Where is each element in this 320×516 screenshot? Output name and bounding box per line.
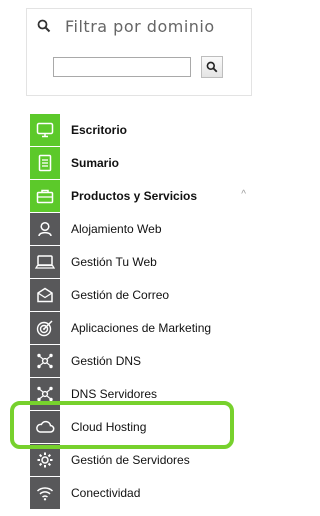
sidebar-item-gestion-de-correo[interactable]: Gestión de Correo — [30, 278, 254, 311]
mail-icon — [30, 278, 60, 311]
domain-filter-panel: Filtra por dominio — [26, 8, 252, 96]
sidebar-item-label: Conectividad — [71, 485, 141, 500]
document-icon — [30, 146, 60, 179]
search-icon — [206, 61, 218, 73]
sidebar-item-productos-y-servicios[interactable]: Productos y Servicios ^ — [30, 179, 254, 212]
briefcase-icon — [30, 179, 60, 212]
sidebar-menu: Escritorio Sumario Productos y Servicios… — [30, 113, 254, 509]
sidebar-item-escritorio[interactable]: Escritorio — [30, 113, 254, 146]
sidebar-item-label: DNS Servidores — [71, 386, 158, 401]
network-icon — [30, 377, 60, 410]
sidebar-item-dns-servidores[interactable]: DNS Servidores — [30, 377, 254, 410]
sidebar-item-label: Gestión DNS — [71, 353, 142, 368]
monitor-icon — [30, 113, 60, 146]
domain-filter-input[interactable] — [53, 57, 191, 77]
sidebar-item-conectividad[interactable]: Conectividad — [30, 476, 254, 509]
sidebar-item-gestion-de-servidores[interactable]: Gestión de Servidores — [30, 443, 254, 476]
target-icon — [30, 311, 60, 344]
sidebar-item-sumario[interactable]: Sumario — [30, 146, 254, 179]
sidebar-item-label: Escritorio — [71, 122, 128, 137]
sidebar-item-label: Cloud Hosting — [71, 419, 147, 434]
domain-filter-search-button[interactable] — [201, 56, 223, 78]
user-hosting-icon — [30, 212, 60, 245]
sidebar-item-label: Productos y Servicios — [71, 188, 198, 203]
domain-filter-title: Filtra por dominio — [65, 16, 215, 36]
domain-filter-row — [53, 56, 223, 78]
sidebar-item-aplicaciones-de-marketing[interactable]: Aplicaciones de Marketing — [30, 311, 254, 344]
laptop-icon — [30, 245, 60, 278]
search-icon — [27, 9, 61, 43]
network-icon — [30, 344, 60, 377]
page: Filtra por dominio Escritorio Sumario Pr… — [0, 0, 261, 516]
sidebar-item-label: Gestión Tu Web — [71, 254, 157, 269]
sidebar-item-gestion-dns[interactable]: Gestión DNS — [30, 344, 254, 377]
sidebar-item-label: Sumario — [71, 155, 120, 170]
sidebar-item-label: Gestión de Correo — [71, 287, 170, 302]
domain-filter-header: Filtra por dominio — [27, 9, 251, 43]
wifi-icon — [30, 476, 60, 509]
sidebar-item-gestion-tu-web[interactable]: Gestión Tu Web — [30, 245, 254, 278]
sidebar-item-label: Gestión de Servidores — [71, 452, 190, 467]
chevron-up-icon[interactable]: ^ — [241, 189, 246, 200]
sidebar-item-cloud-hosting[interactable]: Cloud Hosting — [30, 410, 254, 443]
sidebar-item-alojamiento-web[interactable]: Alojamiento Web — [30, 212, 254, 245]
gear-icon — [30, 443, 60, 476]
sidebar-item-label: Alojamiento Web — [71, 221, 162, 236]
sidebar-item-label: Aplicaciones de Marketing — [71, 320, 212, 335]
cloud-icon — [30, 410, 60, 443]
